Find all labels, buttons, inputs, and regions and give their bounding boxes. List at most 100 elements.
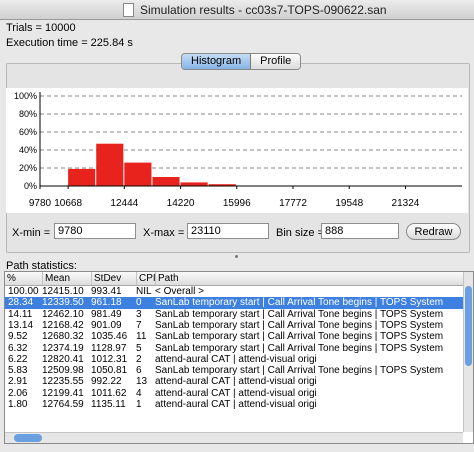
cell-mean: 12462.10 [42,308,84,320]
y-tick-label: 20% [19,163,37,173]
cell-stdev: 1050.81 [91,365,128,377]
cell-cpi: 11 [136,331,147,343]
y-tick-label: 80% [19,109,37,119]
cell-path: SanLab temporary start | Call Arrival To… [155,342,444,354]
horizontal-scrollbar[interactable] [5,432,463,443]
histogram-chart: 0% 20% 40% 60% 80% 100% 9780 10668 12444 14220 159… [6,88,468,213]
x-tick-label: 17772 [279,198,307,209]
x-tick-label: 14220 [167,198,195,209]
table-row[interactable]: 5.83 12509.98 1050.81 6 SanLab temporary sta… [5,365,463,376]
cell-cpi: 1 [136,399,142,410]
cell-percent: 14.11 [8,308,33,320]
cell-percent: 28.34 [8,297,34,309]
cell-percent: 6.32 [8,342,28,354]
cell-stdev: 981.49 [91,308,122,320]
cell-percent: 9.52 [8,331,28,343]
col-header-stdev[interactable]: StDev [91,272,121,285]
vertical-scroll-thumb[interactable] [465,286,472,366]
horizontal-scroll-thumb[interactable] [14,434,42,442]
cell-mean: 12168.42 [42,319,84,331]
cell-path: attend-aural CAT | attend-visual origi [155,376,317,388]
cell-path: SanLab temporary start | Call Arrival To… [155,308,444,320]
x-tick-label: 15996 [223,198,251,209]
cell-stdev: 992.22 [91,376,122,388]
col-header-mean[interactable]: Mean [42,272,70,285]
window-title: Simulation results - cc03s7-TOPS-090622.… [140,3,387,17]
xmin-field[interactable]: 9780 [54,223,136,239]
table-row[interactable]: 9.52 12680.32 1035.46 11 SanLab temporary st… [5,331,463,342]
xmax-label: X-max = [143,227,185,239]
cell-cpi: 4 [136,387,142,399]
cell-cpi: 2 [136,353,142,365]
table-row[interactable]: 100.00 12415.10 993.41 NIL < Overall > [5,286,463,297]
cell-mean: 12680.32 [42,331,84,343]
tab-profile[interactable]: Profile [251,54,301,69]
cell-path: SanLab temporary start | Call Arrival To… [155,297,444,309]
cell-mean: 12415.10 [42,286,84,297]
cell-stdev: 1035.46 [91,331,128,343]
cell-percent: 100.00 [8,286,39,297]
path-statistics-table: % Mean StDev CPI Path 100.00 12415.10 993.… [4,271,474,444]
table-header: % Mean StDev CPI Path [5,272,465,286]
cell-stdev: 901.09 [91,319,122,331]
cell-stdev: 1011.62 [91,387,127,399]
y-tick-label: 100% [14,91,37,101]
cell-cpi: 13 [136,376,148,388]
cell-mean: 12339.50 [42,297,84,309]
redraw-button[interactable]: Redraw [406,223,461,240]
table-row[interactable]: 14.11 12462.10 981.49 3 SanLab temporary sta… [5,309,463,320]
y-tick-label: 40% [19,145,37,155]
cell-stdev: 1135.11 [91,399,126,410]
histogram-bar [180,182,208,186]
cell-path: SanLab temporary start | Call Arrival To… [155,319,444,331]
table-row[interactable]: 6.32 12374.19 1128.97 5 SanLab temporary sta… [5,343,463,354]
cell-path: SanLab temporary start | Call Arrival To… [155,331,444,343]
cell-cpi: 3 [136,308,142,320]
cell-cpi: 5 [136,342,142,354]
x-tick-label: 9780 [29,198,52,209]
y-tick-label: 0% [24,181,37,191]
title-bar: Simulation results - cc03s7-TOPS-090622.… [0,0,474,20]
col-header-cpi[interactable]: CPI [136,272,156,285]
binsize-label: Bin size = [276,227,324,239]
table-row[interactable]: 2.91 12235.55 992.22 13 attend-aural CAT | a… [5,376,463,387]
execution-time-label: Execution time = 225.84 s [6,37,133,49]
cell-path: attend-aural CAT | attend-visual origi [155,353,317,365]
cell-stdev: 993.41 [91,286,122,297]
cell-path: attend-aural CAT | attend-visual origi [155,399,317,410]
vertical-scrollbar[interactable] [463,272,473,432]
cell-percent: 2.91 [8,376,28,388]
cell-mean: 12199.41 [42,387,84,399]
col-header-percent[interactable]: % [5,272,16,285]
cell-percent: 2.06 [8,387,28,399]
binsize-field[interactable]: 888 [321,223,399,239]
x-tick-label: 21324 [392,198,420,209]
table-row[interactable]: 2.06 12199.41 1011.62 4 attend-aural CAT | a… [5,388,463,399]
cell-path: < Overall > [155,286,204,297]
cell-cpi: 0 [136,297,142,309]
histogram-bar [68,168,96,186]
document-icon [123,3,134,17]
cell-path: attend-aural CAT | attend-visual origi [155,387,317,399]
histogram-bar [96,143,124,186]
cell-percent: 6.22 [8,353,28,365]
col-header-path[interactable]: Path [155,272,179,285]
splitter-handle[interactable] [235,255,238,258]
y-tick-label: 60% [19,127,37,137]
cell-percent: 5.83 [8,365,28,377]
cell-mean: 12509.98 [42,365,84,377]
cell-mean: 12764.59 [42,399,84,410]
table-row[interactable]: 13.14 12168.42 901.09 7 SanLab temporary sta… [5,320,463,331]
table-row[interactable]: 6.22 12820.41 1012.31 2 attend-aural CAT | a… [5,354,463,365]
cell-cpi: 6 [136,365,142,377]
xmin-label: X-min = [12,227,51,239]
cell-path: SanLab temporary start | Call Arrival To… [155,365,444,377]
view-tabs: Histogram Profile [181,53,302,70]
table-row[interactable]: 28.34 12339.50 961.18 0 SanLab temporary sta… [5,297,463,309]
cell-mean: 12235.55 [42,376,84,388]
xmax-field[interactable]: 23110 [187,223,269,239]
table-row[interactable]: 1.80 12764.59 1135.11 1 attend-aural CAT | a… [5,399,463,410]
histogram-bar [152,177,180,186]
tab-histogram[interactable]: Histogram [182,54,252,69]
cell-stdev: 961.18 [91,297,122,309]
